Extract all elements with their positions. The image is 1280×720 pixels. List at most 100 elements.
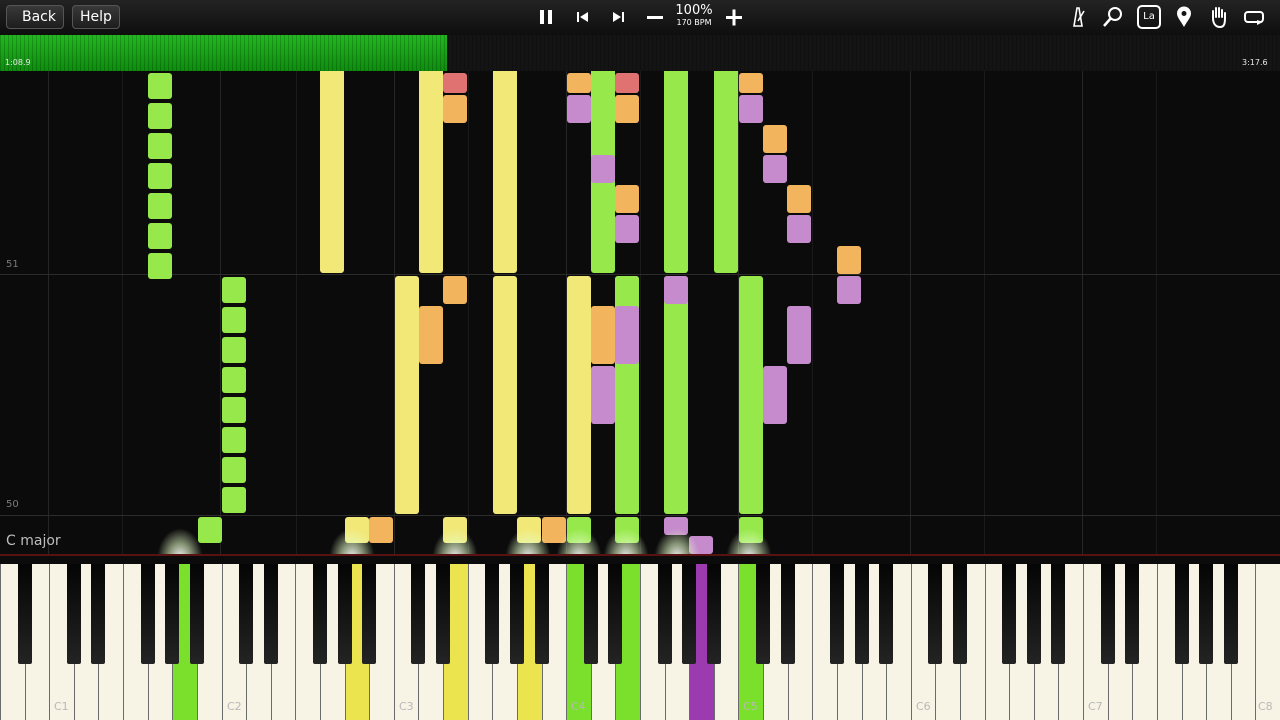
- black-key[interactable]: [485, 564, 499, 664]
- piano-keyboard[interactable]: [0, 554, 1280, 720]
- falling-note: [591, 366, 615, 424]
- black-key[interactable]: [436, 564, 450, 664]
- grid-line: [220, 71, 221, 554]
- total-time: 3:17.6: [1242, 58, 1268, 67]
- black-key[interactable]: [190, 564, 204, 664]
- minus-icon[interactable]: [643, 5, 667, 29]
- black-key[interactable]: [510, 564, 524, 664]
- falling-note: [739, 276, 763, 514]
- black-key[interactable]: [411, 564, 425, 664]
- black-key[interactable]: [707, 564, 721, 664]
- measure-number: 51: [6, 259, 19, 270]
- black-key[interactable]: [855, 564, 869, 664]
- key-signature-label: C major: [6, 533, 61, 549]
- black-key[interactable]: [67, 564, 81, 664]
- next-icon[interactable]: [606, 5, 630, 29]
- falling-note: [615, 306, 639, 364]
- black-key[interactable]: [756, 564, 770, 664]
- black-key[interactable]: [682, 564, 696, 664]
- falling-note: [763, 125, 787, 153]
- octave-label: C3: [399, 700, 414, 713]
- falling-note: [148, 133, 172, 159]
- falling-note: [222, 457, 246, 483]
- falling-note: [148, 253, 172, 279]
- black-key[interactable]: [608, 564, 622, 664]
- falling-note: [787, 306, 811, 364]
- black-key[interactable]: [1051, 564, 1065, 664]
- falling-note: [763, 155, 787, 183]
- black-key[interactable]: [239, 564, 253, 664]
- falling-note: [591, 155, 615, 183]
- pin-icon[interactable]: [1172, 5, 1196, 29]
- falling-note: [787, 215, 811, 243]
- black-key[interactable]: [953, 564, 967, 664]
- back-button[interactable]: Back: [6, 5, 64, 29]
- black-key[interactable]: [830, 564, 844, 664]
- black-key[interactable]: [1224, 564, 1238, 664]
- black-key[interactable]: [165, 564, 179, 664]
- falling-note: [615, 185, 639, 213]
- grid-line: [122, 71, 123, 554]
- falling-note: [664, 276, 688, 514]
- falling-note: [395, 276, 419, 514]
- piano-roll: 51 50: [0, 71, 1280, 554]
- black-key[interactable]: [91, 564, 105, 664]
- black-key[interactable]: [18, 564, 32, 664]
- black-key[interactable]: [1101, 564, 1115, 664]
- black-key[interactable]: [879, 564, 893, 664]
- octave-label: C5: [743, 700, 758, 713]
- falling-note: [664, 71, 688, 273]
- falling-note: [222, 277, 246, 303]
- black-key[interactable]: [1199, 564, 1213, 664]
- falling-note: [443, 95, 467, 123]
- measure-line: [0, 274, 1280, 275]
- black-key[interactable]: [1002, 564, 1016, 664]
- help-button[interactable]: Help: [72, 5, 120, 29]
- black-key[interactable]: [535, 564, 549, 664]
- falling-note: [222, 337, 246, 363]
- grid-line: [296, 71, 297, 554]
- black-key[interactable]: [584, 564, 598, 664]
- grid-line: [910, 71, 911, 554]
- black-key[interactable]: [658, 564, 672, 664]
- hand-icon[interactable]: [1207, 5, 1231, 29]
- falling-note: [320, 71, 344, 273]
- falling-note: [443, 276, 467, 304]
- falling-note: [222, 367, 246, 393]
- falling-note: [714, 71, 738, 273]
- falling-note: [739, 95, 763, 123]
- top-toolbar: Back Help 100% 170 BPM La: [0, 0, 1280, 35]
- falling-note: [837, 246, 861, 274]
- black-key[interactable]: [264, 564, 278, 664]
- white-key[interactable]: [1255, 564, 1280, 720]
- black-key[interactable]: [141, 564, 155, 664]
- pause-icon[interactable]: [534, 5, 558, 29]
- octave-label: C4: [571, 700, 586, 713]
- falling-note: [148, 73, 172, 99]
- metronome-icon[interactable]: [1066, 5, 1090, 29]
- song-progress-bar[interactable]: [0, 35, 1280, 71]
- falling-note: [148, 103, 172, 129]
- black-key[interactable]: [1027, 564, 1041, 664]
- black-key[interactable]: [1175, 564, 1189, 664]
- falling-note: [148, 193, 172, 219]
- falling-note: [443, 73, 467, 93]
- falling-note: [493, 276, 517, 514]
- measure-line: [0, 515, 1280, 516]
- black-key[interactable]: [362, 564, 376, 664]
- plus-icon[interactable]: [722, 5, 746, 29]
- black-key[interactable]: [781, 564, 795, 664]
- black-key[interactable]: [338, 564, 352, 664]
- falling-note: [615, 95, 639, 123]
- previous-icon[interactable]: [571, 5, 595, 29]
- note-label-icon[interactable]: La: [1137, 5, 1161, 29]
- black-key[interactable]: [928, 564, 942, 664]
- loop-icon[interactable]: [1242, 5, 1266, 29]
- black-key[interactable]: [313, 564, 327, 664]
- black-key[interactable]: [1125, 564, 1139, 664]
- elapsed-time: 1:08.9: [5, 58, 31, 67]
- falling-note: [615, 215, 639, 243]
- grid-line: [640, 71, 641, 554]
- zoom-value: 100%: [675, 3, 713, 18]
- search-icon[interactable]: [1101, 5, 1125, 29]
